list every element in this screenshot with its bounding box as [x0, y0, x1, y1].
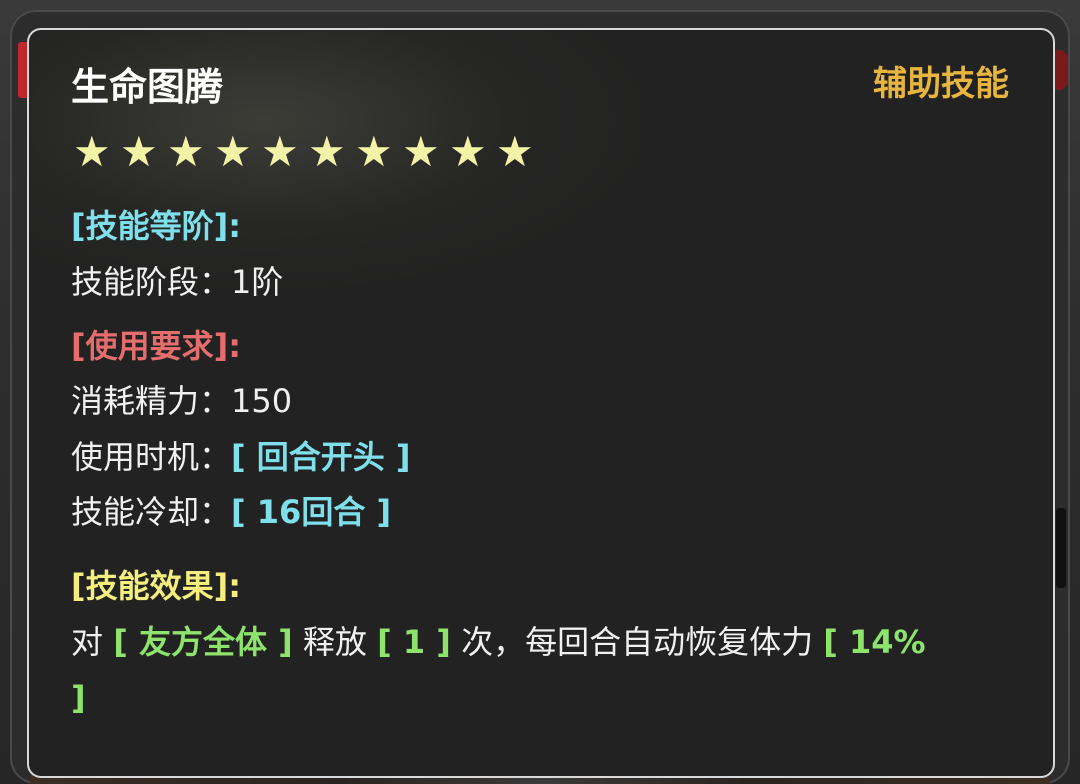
effect-release-text: 释放 — [292, 623, 378, 661]
energy-row: 消耗精力：150 — [71, 379, 292, 423]
effect-description-continued: ] — [71, 676, 86, 720]
star-icon: ★ — [261, 127, 299, 176]
level-header-text: [技能等阶]: — [71, 207, 242, 245]
skill-star-rating: ★ ★ ★ ★ ★ ★ ★ ★ ★ ★ — [73, 126, 543, 178]
effect-times: [ 1 ] — [377, 623, 451, 661]
effect-description: 对 [ 友方全体 ] 释放 [ 1 ] 次，每回合自动恢复体力 [ 14% — [71, 620, 926, 664]
effect-section-header: [技能效果]: — [71, 564, 241, 608]
level-section-header: [技能等阶]: — [71, 204, 241, 248]
cooldown-row: 技能冷却：[ 16回合 ] — [71, 490, 391, 534]
background-scroll-handle — [1056, 508, 1066, 588]
energy-value: 150 — [231, 382, 293, 420]
energy-label: 消耗精力： — [71, 382, 232, 420]
effect-header-text: [技能效果]: — [71, 567, 242, 605]
effect-percent: [ 14% — [823, 623, 926, 661]
cooldown-label: 技能冷却： — [71, 493, 232, 531]
effect-mid-text: 次，每回合自动恢复体力 — [450, 623, 824, 661]
star-icon: ★ — [214, 127, 252, 176]
timing-value: [ 回合开头 ] — [231, 438, 411, 476]
star-icon: ★ — [355, 127, 393, 176]
skill-tooltip-panel: 生命图腾 辅助技能 ★ ★ ★ ★ ★ ★ ★ ★ ★ ★ [技能等阶]: 技能阶段：1阶 [使用… — [27, 28, 1055, 778]
skill-type: 辅助技能 — [873, 64, 1009, 104]
requirement-header-text: [使用要求]: — [71, 327, 242, 365]
effect-close-bracket: ] — [71, 679, 86, 717]
timing-label: 使用时机： — [71, 438, 232, 476]
star-icon: ★ — [167, 127, 205, 176]
stage-row: 技能阶段：1阶 — [71, 260, 283, 304]
star-icon: ★ — [402, 127, 440, 176]
star-icon: ★ — [73, 127, 111, 176]
timing-row: 使用时机：[ 回合开头 ] — [71, 435, 411, 479]
star-icon: ★ — [449, 127, 487, 176]
requirement-section-header: [使用要求]: — [71, 324, 241, 368]
star-icon: ★ — [120, 127, 158, 176]
effect-target: [ 友方全体 ] — [113, 623, 293, 661]
star-icon: ★ — [496, 127, 534, 176]
stage-value: 1阶 — [231, 263, 284, 301]
star-icon: ★ — [308, 127, 346, 176]
skill-name: 生命图腾 — [71, 65, 224, 109]
effect-prefix: 对 — [71, 623, 114, 661]
cooldown-value: [ 16回合 ] — [231, 493, 392, 531]
stage-label: 技能阶段： — [71, 263, 232, 301]
